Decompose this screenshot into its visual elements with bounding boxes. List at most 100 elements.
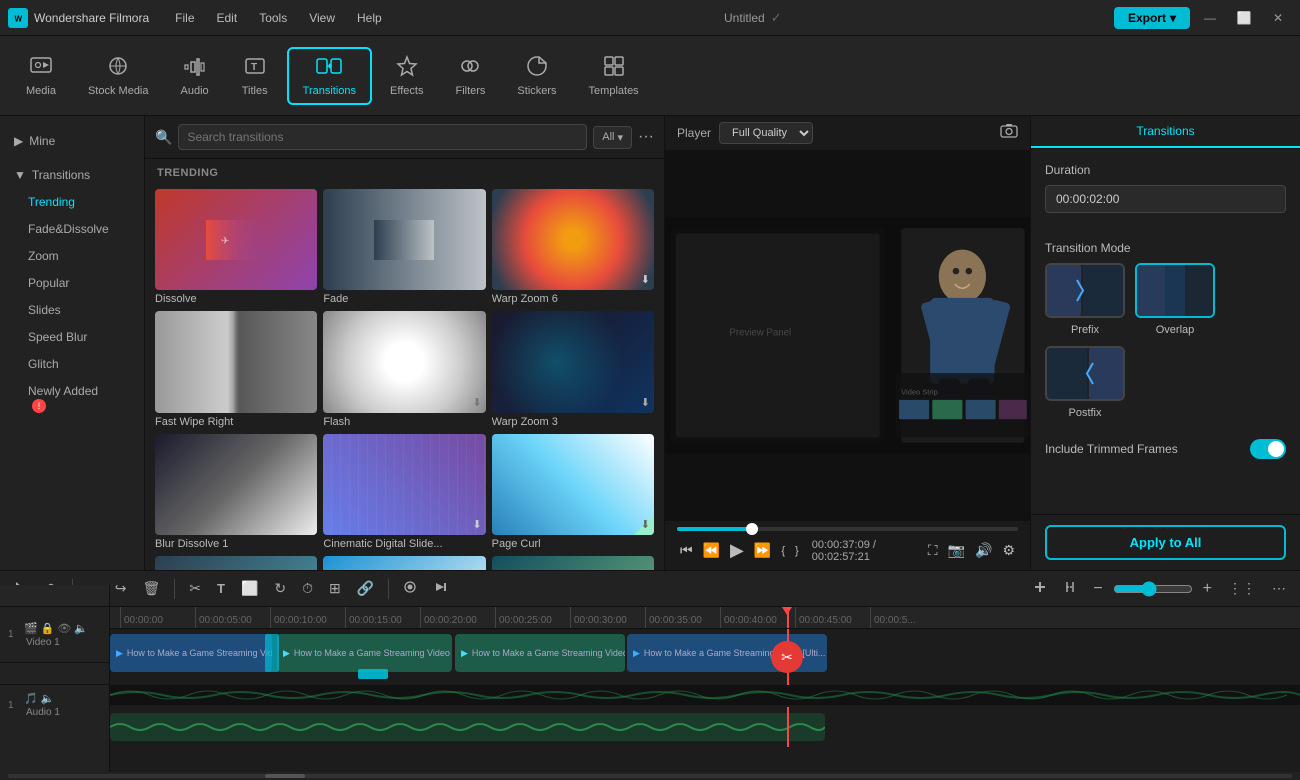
transition-dissolve[interactable]: ✈ Dissolve [155,189,317,305]
transition-extra3[interactable] [492,556,654,570]
timeline-cut[interactable]: ✂ [183,576,207,601]
clip-3[interactable]: ▶ How to Make a Game Streaming Video [Ul… [455,634,625,672]
timeline-rotate[interactable]: ↻ [268,576,292,601]
sidebar-fade[interactable]: Fade&Dissolve [8,216,136,242]
transition-pagecurl[interactable]: ⬇ Page Curl [492,434,654,550]
video1-eye-icon[interactable]: 👁 [57,622,71,635]
transition-1-2[interactable] [265,634,279,672]
timeline-dots[interactable]: ⋯ [1266,576,1292,601]
timeline-crop[interactable]: ⬜ [235,576,264,601]
transition-fastwiperight[interactable]: Fast Wipe Right [155,311,317,427]
transition-warpzoom3[interactable]: ⬇ Warp Zoom 3 [492,311,654,427]
apply-all-button[interactable]: Apply to All [1045,525,1286,560]
sidebar-transitions-parent[interactable]: ▼ Transitions [0,162,144,188]
progress-handle[interactable] [746,523,758,535]
include-trimmed-toggle[interactable] [1250,439,1286,459]
menu-help[interactable]: Help [347,9,392,27]
full-screen-button[interactable]: ⛶ [925,539,941,562]
screenshot-button[interactable]: 📷 [945,539,968,562]
sidebar-trending[interactable]: Trending [8,189,136,215]
mode-prefix[interactable]: Prefix [1045,263,1125,336]
more-options-button[interactable]: ··· [638,128,654,146]
step-back-button[interactable]: ⏪ [700,539,723,562]
video1-camera-icon[interactable]: 🎬 [24,622,38,635]
duration-section: Duration [1045,163,1286,227]
tool-effects[interactable]: Effects [376,49,437,103]
duration-input[interactable] [1045,185,1286,213]
transition-cinematic[interactable]: ⬇ Cinematic Digital Slide... [323,434,485,550]
scrollbar-thumb[interactable] [265,774,305,778]
transition-warpzoom6[interactable]: ⬇ Warp Zoom 6 [492,189,654,305]
audio1-note-icon[interactable]: 🎵 [24,692,38,705]
timeline-grid[interactable]: ⊞ [323,576,347,601]
mode-postfix[interactable]: Postfix [1045,346,1125,419]
transition-label-fastwiperight: Fast Wipe Right [155,416,317,428]
quality-select[interactable]: Full Quality 1/2 Quality 1/4 Quality [719,122,813,144]
timeline-link[interactable]: 🔗 [351,576,380,601]
tool-filters[interactable]: Filters [441,49,499,103]
transition-fade[interactable]: Fade [323,189,485,305]
minimize-button[interactable]: — [1196,4,1224,32]
menu-file[interactable]: File [165,9,204,27]
mark-in-button[interactable]: { [778,542,788,560]
timeline-text[interactable]: T [211,577,231,600]
filters-icon [459,55,481,81]
sidebar-slides[interactable]: Slides [8,297,136,323]
clip-2[interactable]: ▶ How to Make a Game Streaming Video [Ul… [277,634,452,672]
sidebar-glitch[interactable]: Glitch [8,351,136,377]
video1-volume-icon[interactable]: 🔈 [74,622,88,635]
tool-stock[interactable]: Stock Media [74,49,163,103]
audio-clip[interactable] [110,713,825,741]
menu-tools[interactable]: Tools [249,9,297,27]
timeline-timer[interactable]: ⏱ [296,576,319,601]
step-forward-button[interactable]: ⏩ [751,539,774,562]
tool-titles[interactable]: T Titles [227,49,283,103]
snapshot-icon[interactable] [1000,123,1018,144]
maximize-button[interactable]: ⬜ [1230,4,1258,32]
export-button[interactable]: Export ▾ [1114,7,1190,29]
play-button[interactable]: ▶ [727,537,747,564]
sidebar-speedblur[interactable]: Speed Blur [8,324,136,350]
timeline-redo[interactable]: ↪ [109,576,133,601]
mark-out-button[interactable]: } [792,542,802,560]
add-track-button[interactable] [1027,576,1053,601]
menu-edit[interactable]: Edit [207,9,248,27]
timeline-speed[interactable] [427,576,453,601]
progress-bar[interactable] [677,527,1018,531]
mode-postfix-label: Postfix [1068,407,1101,419]
volume-button[interactable]: 🔊 [972,539,995,562]
mode-overlap[interactable]: Overlap [1135,263,1215,336]
tool-audio[interactable]: Audio [167,49,223,103]
rewind-button[interactable]: ⏮ [677,539,696,562]
transition-flash[interactable]: ⬇ Flash [323,311,485,427]
search-input[interactable] [178,124,587,150]
zoom-out-button[interactable]: − [1087,576,1108,602]
audio1-volume-icon[interactable]: 🔈 [41,692,55,705]
tool-media[interactable]: Media [12,49,70,103]
sidebar-zoom[interactable]: Zoom [8,243,136,269]
settings-button[interactable]: ⚙ [999,539,1018,562]
tool-templates[interactable]: Templates [575,49,653,103]
tab-transitions[interactable]: Transitions [1031,116,1300,148]
sidebar-newlyadded[interactable]: Newly Added! [8,378,136,419]
tool-transitions[interactable]: Transitions [287,47,372,105]
menu-view[interactable]: View [299,9,345,27]
timeline-snap[interactable] [1057,576,1083,601]
timeline-scrollbar[interactable] [0,772,1300,780]
timeline-more[interactable]: ⋮⋮ [1222,576,1262,601]
video1-lock-icon[interactable]: 🔒 [41,622,55,635]
transition-extra1[interactable] [155,556,317,570]
timeline-record[interactable] [397,576,423,601]
timeline-delete[interactable]: 🗑 [136,576,166,601]
ruler-mark-5: 00:00:05:00 [195,607,270,628]
zoom-in-button[interactable]: + [1197,576,1218,602]
filter-button[interactable]: All ▾ [593,126,632,149]
clip-1[interactable]: ▶ How to Make a Game Streaming Video [Ul… [110,634,272,672]
close-button[interactable]: ✕ [1264,4,1292,32]
sidebar-mine[interactable]: ▶ Mine [0,128,144,154]
tool-stickers[interactable]: Stickers [503,49,570,103]
sidebar-popular[interactable]: Popular [8,270,136,296]
zoom-slider[interactable] [1113,581,1193,597]
transition-extra2[interactable]: ⬇ [323,556,485,570]
transition-blurdissolve[interactable]: Blur Dissolve 1 [155,434,317,550]
